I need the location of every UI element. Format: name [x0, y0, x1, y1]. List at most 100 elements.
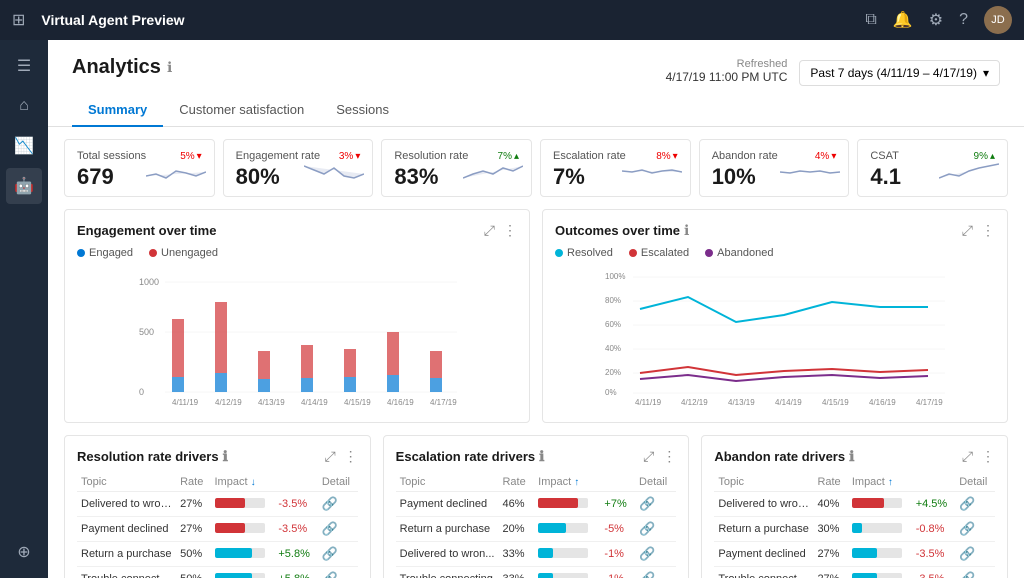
impact-cell	[534, 567, 600, 578]
puzzle-icon[interactable]: ⧉	[865, 11, 876, 29]
impact-value: -1%	[604, 573, 624, 578]
detail-cell[interactable]: 🔗	[955, 492, 995, 517]
detail-link[interactable]: 🔗	[322, 546, 338, 561]
detail-link[interactable]: 🔗	[639, 546, 655, 561]
detail-link[interactable]: 🔗	[959, 496, 975, 511]
chart-legend: Resolved Escalated Abandoned	[555, 247, 995, 259]
tab-customer-satisfaction[interactable]: Customer satisfaction	[163, 94, 320, 127]
avatar[interactable]: JD	[984, 6, 1012, 34]
detail-cell[interactable]: 🔗	[955, 567, 995, 578]
rate-cell: 46%	[498, 492, 534, 517]
detail-link[interactable]: 🔗	[959, 571, 975, 578]
date-range-button[interactable]: Past 7 days (4/11/19 – 4/17/19) ▾	[799, 60, 1000, 86]
detail-cell[interactable]: 🔗	[635, 492, 676, 517]
detail-cell[interactable]: 🔗	[318, 492, 358, 517]
more-icon[interactable]: ⋮	[344, 448, 358, 465]
gear-icon[interactable]: ⚙	[929, 10, 943, 30]
grid-icon[interactable]: ⊞	[12, 10, 25, 30]
col-rate: Rate	[498, 473, 534, 492]
engagement-chart-card: Engagement over time ⤢ ⋮ Engaged Unengag…	[64, 209, 530, 423]
impact-bar	[538, 573, 553, 578]
impact-bar-container	[215, 548, 265, 558]
rate-cell: 27%	[176, 492, 210, 517]
sidebar-analytics-icon[interactable]: 📉	[6, 128, 42, 164]
svg-text:4/13/19: 4/13/19	[258, 398, 285, 407]
detail-link[interactable]: 🔗	[639, 496, 655, 511]
svg-text:4/14/19: 4/14/19	[301, 398, 328, 407]
detail-link[interactable]: 🔗	[322, 521, 338, 536]
detail-link[interactable]: 🔗	[959, 521, 975, 536]
detail-cell[interactable]: 🔗	[318, 517, 358, 542]
impact-cell	[211, 517, 275, 542]
col-rate: Rate	[813, 473, 847, 492]
info-icon[interactable]: ℹ	[539, 448, 544, 465]
detail-cell[interactable]: 🔗	[635, 517, 676, 542]
detail-link[interactable]: 🔗	[322, 496, 338, 511]
chart-header: Outcomes over time ℹ ⤢ ⋮	[555, 222, 995, 239]
tab-summary[interactable]: Summary	[72, 94, 163, 127]
page-info-icon[interactable]: ℹ	[167, 59, 172, 76]
detail-cell[interactable]: 🔗	[318, 542, 358, 567]
svg-text:80%: 80%	[605, 296, 621, 305]
svg-text:4/16/19: 4/16/19	[869, 398, 896, 407]
kpi-csat: CSAT 9% ▴ 4.1	[857, 139, 1008, 197]
detail-cell[interactable]: 🔗	[955, 517, 995, 542]
table-row: Delivered to wron... 33% -1% 🔗	[396, 542, 677, 567]
table-row: Return a purchase 30% -0.8% 🔗	[714, 517, 995, 542]
col-detail: Detail	[635, 473, 676, 492]
detail-cell[interactable]: 🔗	[318, 567, 358, 578]
col-impact[interactable]: Impact ↑	[848, 473, 912, 492]
expand-icon[interactable]: ⤢	[484, 222, 495, 239]
more-icon[interactable]: ⋮	[503, 222, 517, 239]
info-icon[interactable]: ℹ	[684, 222, 689, 239]
engagement-chart-title: Engagement over time	[77, 223, 216, 238]
col-impact[interactable]: Impact ↑	[534, 473, 600, 492]
sidebar-menu-icon[interactable]: ☰	[6, 48, 42, 84]
topic-cell: Payment declined	[396, 492, 499, 517]
detail-cell[interactable]: 🔗	[635, 542, 676, 567]
sparkline-resolution	[463, 156, 523, 188]
svg-text:4/11/19: 4/11/19	[172, 398, 199, 407]
info-icon[interactable]: ℹ	[223, 448, 228, 465]
more-icon[interactable]: ⋮	[662, 448, 676, 465]
impact-bar-container	[538, 523, 588, 533]
legend-abandoned: Abandoned	[705, 247, 773, 259]
impact-value: -0.8%	[916, 523, 945, 535]
more-icon[interactable]: ⋮	[981, 222, 995, 239]
impact-value: -1%	[604, 548, 624, 560]
chart-legend: Engaged Unengaged	[77, 247, 517, 259]
more-icon[interactable]: ⋮	[981, 448, 995, 465]
expand-icon[interactable]: ⤢	[324, 448, 335, 465]
detail-link[interactable]: 🔗	[322, 571, 338, 578]
impact-value: +4.5%	[916, 498, 948, 510]
tabs: Summary Customer satisfaction Sessions	[48, 86, 1024, 127]
outcomes-chart-card: Outcomes over time ℹ ⤢ ⋮ Resolved	[542, 209, 1008, 423]
kpi-escalation-label: Escalation rate	[553, 150, 626, 162]
impact-bar	[852, 498, 885, 508]
svg-text:4/13/19: 4/13/19	[728, 398, 755, 407]
sidebar-bot-icon[interactable]: 🤖	[6, 168, 42, 204]
detail-link[interactable]: 🔗	[639, 521, 655, 536]
expand-icon[interactable]: ⤢	[962, 448, 973, 465]
impact-value: -3.5%	[916, 573, 945, 578]
table-row: Delivered to wron... 40% +4.5% 🔗	[714, 492, 995, 517]
info-icon[interactable]: ℹ	[849, 448, 854, 465]
col-detail: Detail	[318, 473, 358, 492]
escalation-drivers-card: Escalation rate drivers ℹ ⤢ ⋮ Topic Rate…	[383, 435, 690, 578]
help-icon[interactable]: ?	[959, 11, 968, 29]
detail-cell[interactable]: 🔗	[955, 542, 995, 567]
detail-link[interactable]: 🔗	[959, 546, 975, 561]
kpi-total-sessions-label: Total sessions	[77, 150, 146, 162]
sidebar-tools-icon[interactable]: ⊕	[6, 534, 42, 570]
col-impact[interactable]: Impact ↓	[211, 473, 275, 492]
detail-cell[interactable]: 🔗	[635, 567, 676, 578]
resolution-table-body: Delivered to wron... 27% -3.5% 🔗 Payment…	[77, 492, 358, 578]
expand-icon[interactable]: ⤢	[643, 448, 654, 465]
bell-icon[interactable]: 🔔	[893, 10, 913, 30]
legend-dot	[705, 249, 713, 257]
tab-sessions[interactable]: Sessions	[320, 94, 405, 127]
sidebar-home-icon[interactable]: ⌂	[6, 88, 42, 124]
impact-value: -3.5%	[278, 523, 307, 535]
detail-link[interactable]: 🔗	[639, 571, 655, 578]
expand-icon[interactable]: ⤢	[962, 222, 973, 239]
